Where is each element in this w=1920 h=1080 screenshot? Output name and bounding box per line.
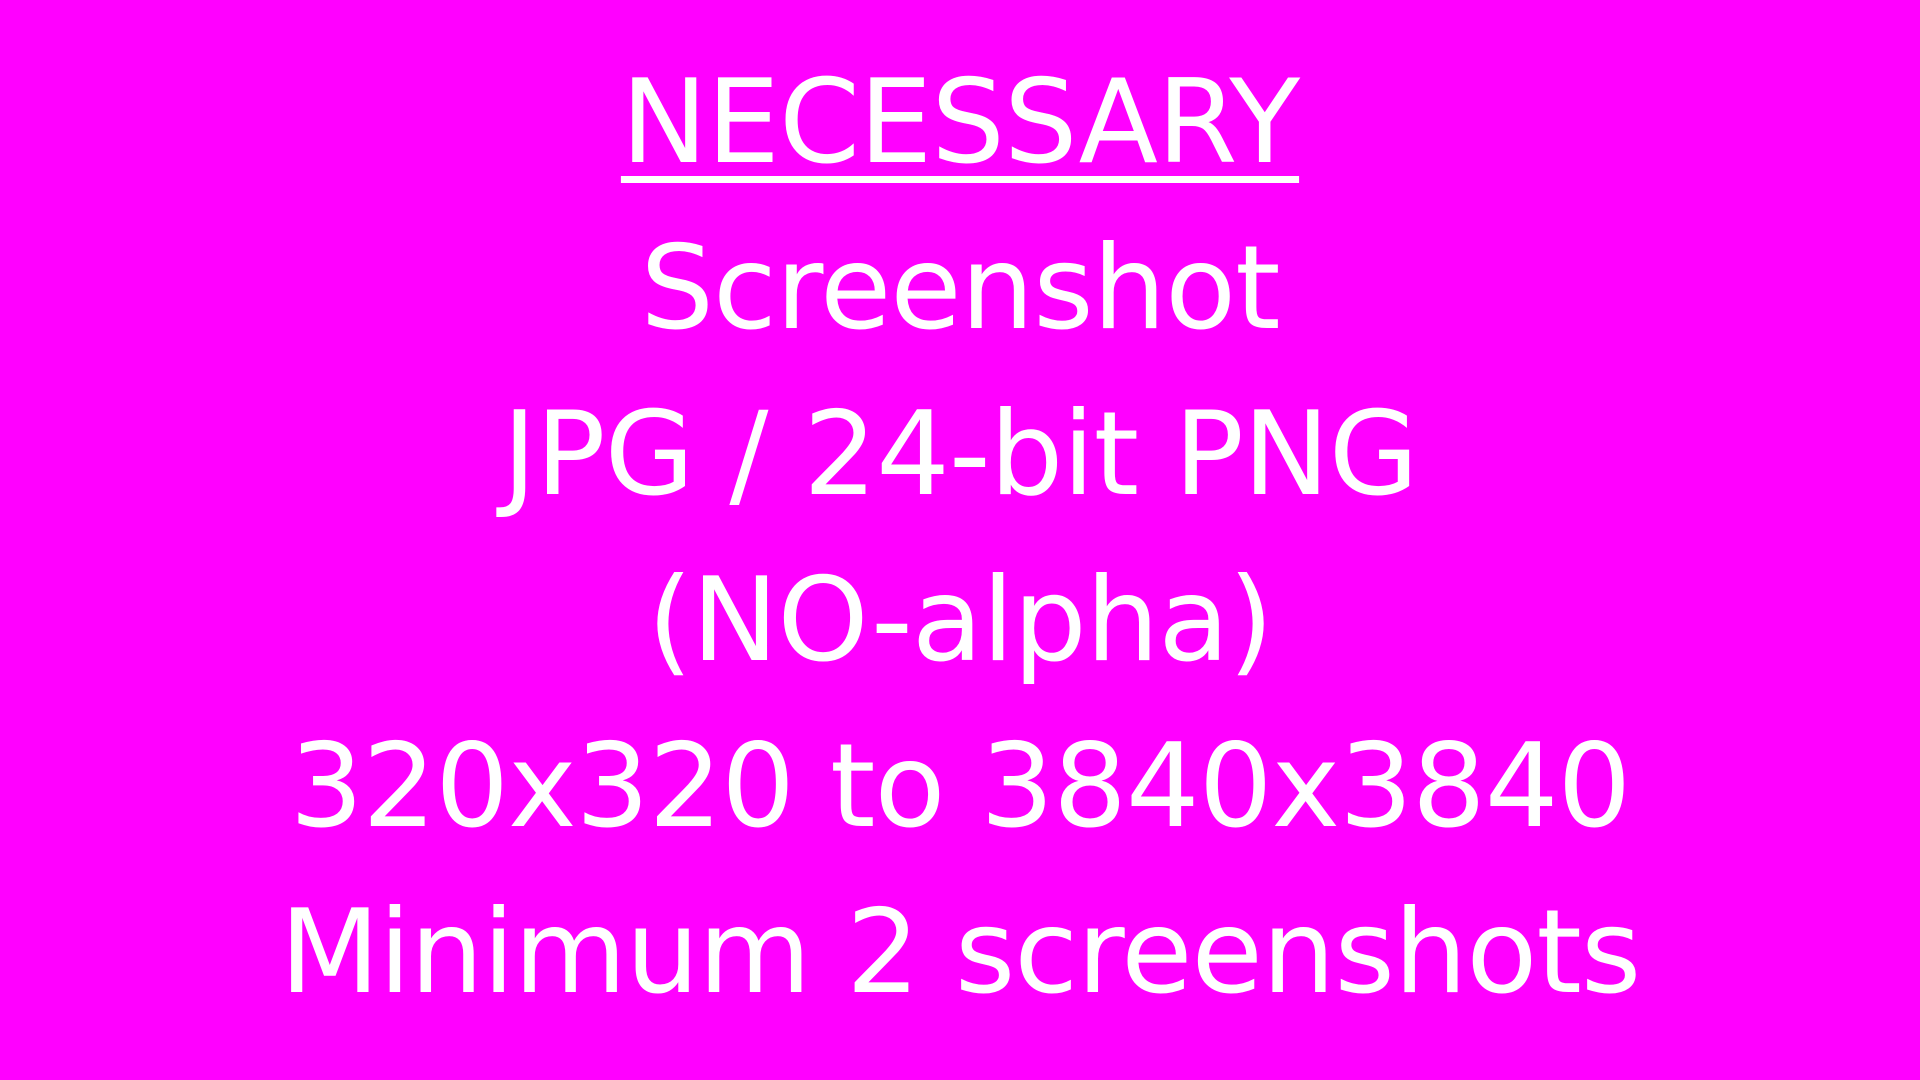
slide-heading: NECESSARY bbox=[620, 55, 1300, 190]
slide-line-alpha: (NO-alpha) bbox=[647, 553, 1273, 688]
slide: NECESSARY Screenshot JPG / 24-bit PNG (N… bbox=[0, 0, 1920, 1080]
slide-line-size: 320x320 to 3840x3840 bbox=[289, 719, 1632, 854]
slide-line-minimum: Minimum 2 screenshots bbox=[279, 885, 1642, 1020]
slide-line-screenshot: Screenshot bbox=[640, 221, 1280, 356]
slide-line-format: JPG / 24-bit PNG bbox=[502, 387, 1418, 522]
